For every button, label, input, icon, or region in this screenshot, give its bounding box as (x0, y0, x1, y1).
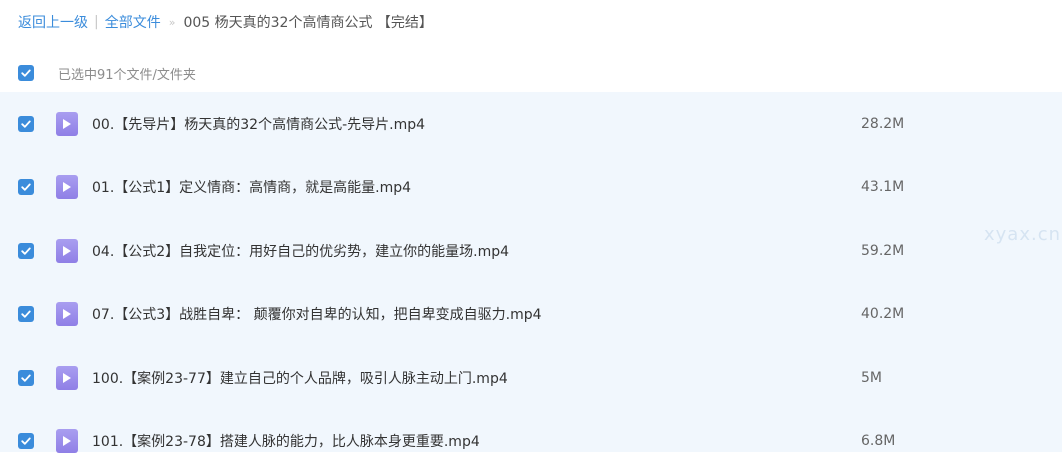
file-name[interactable]: 00.【先导片】杨天真的32个高情商公式-先导片.mp4 (92, 114, 792, 134)
checkmark-icon (21, 183, 31, 191)
breadcrumb-arrow-icon: » (168, 15, 176, 29)
file-checkbox[interactable] (18, 115, 34, 132)
play-icon (63, 245, 71, 256)
play-icon (63, 308, 71, 319)
file-name[interactable]: 04.【公式2】自我定位：用好自己的优劣势，建立你的能量场.mp4 (92, 241, 792, 261)
file-size: 59.2M (861, 242, 905, 259)
video-file-icon (56, 428, 78, 453)
file-checkbox[interactable] (18, 305, 34, 322)
back-link[interactable]: 返回上一级 (18, 12, 88, 32)
file-name[interactable]: 101.【案例23-78】搭建人脉的能力，比人脉本身更重要.mp4 (92, 431, 792, 451)
video-file-icon (56, 301, 78, 326)
select-all-checkbox[interactable] (18, 65, 34, 81)
play-icon (63, 435, 71, 446)
breadcrumb-separator: | (94, 14, 99, 30)
file-name[interactable]: 07.【公式3】战胜自卑： 颠覆你对自卑的认知，把自卑变成自驱力.mp4 (92, 304, 792, 324)
file-row[interactable]: 01.【公式1】定义情商：高情商，就是高能量.mp4 43.1M (0, 155, 1062, 218)
file-checkbox[interactable] (18, 242, 34, 259)
file-row[interactable]: 07.【公式3】战胜自卑： 颠覆你对自卑的认知，把自卑变成自驱力.mp4 40.… (0, 282, 1062, 345)
play-icon (63, 372, 71, 383)
current-folder-title: 005 杨天真的32个高情商公式 【完结】 (183, 15, 433, 31)
all-files-link[interactable]: 全部文件 (105, 12, 161, 32)
file-checkbox[interactable] (18, 369, 34, 386)
checkmark-icon (21, 69, 31, 77)
checkmark-icon (21, 247, 31, 255)
file-row[interactable]: 100.【案例23-77】建立自己的个人品牌，吸引人脉主动上门.mp4 5M (0, 346, 1062, 409)
file-name[interactable]: 01.【公式1】定义情商：高情商，就是高能量.mp4 (92, 177, 792, 197)
file-row[interactable]: 04.【公式2】自我定位：用好自己的优劣势，建立你的能量场.mp4 59.2M (0, 219, 1062, 282)
file-checkbox[interactable] (18, 432, 34, 449)
selection-count-label: 已选中91个文件/文件夹 (58, 67, 196, 83)
checkmark-icon (21, 120, 31, 128)
checkmark-icon (21, 310, 31, 318)
file-size: 6.8M (861, 432, 896, 449)
file-size: 5M (861, 369, 882, 386)
file-checkbox[interactable] (18, 178, 34, 195)
select-all-bar: 已选中91个文件/文件夹 (0, 58, 1062, 88)
play-icon (63, 118, 71, 129)
file-row[interactable]: 101.【案例23-78】搭建人脉的能力，比人脉本身更重要.mp4 6.8M (0, 409, 1062, 472)
breadcrumb: 返回上一级 | 全部文件 » 005 杨天真的32个高情商公式 【完结】 (18, 11, 433, 33)
file-size: 28.2M (861, 115, 905, 132)
video-file-icon (56, 174, 78, 199)
checkmark-icon (21, 374, 31, 382)
checkmark-icon (21, 437, 31, 445)
file-row[interactable]: 00.【先导片】杨天真的32个高情商公式-先导片.mp4 28.2M (0, 92, 1062, 155)
play-icon (63, 181, 71, 192)
file-size: 43.1M (861, 178, 905, 195)
file-list: 00.【先导片】杨天真的32个高情商公式-先导片.mp4 28.2M 01.【公… (0, 92, 1062, 453)
file-name[interactable]: 100.【案例23-77】建立自己的个人品牌，吸引人脉主动上门.mp4 (92, 368, 792, 388)
video-file-icon (56, 365, 78, 390)
video-file-icon (56, 111, 78, 136)
file-size: 40.2M (861, 305, 905, 322)
video-file-icon (56, 238, 78, 263)
